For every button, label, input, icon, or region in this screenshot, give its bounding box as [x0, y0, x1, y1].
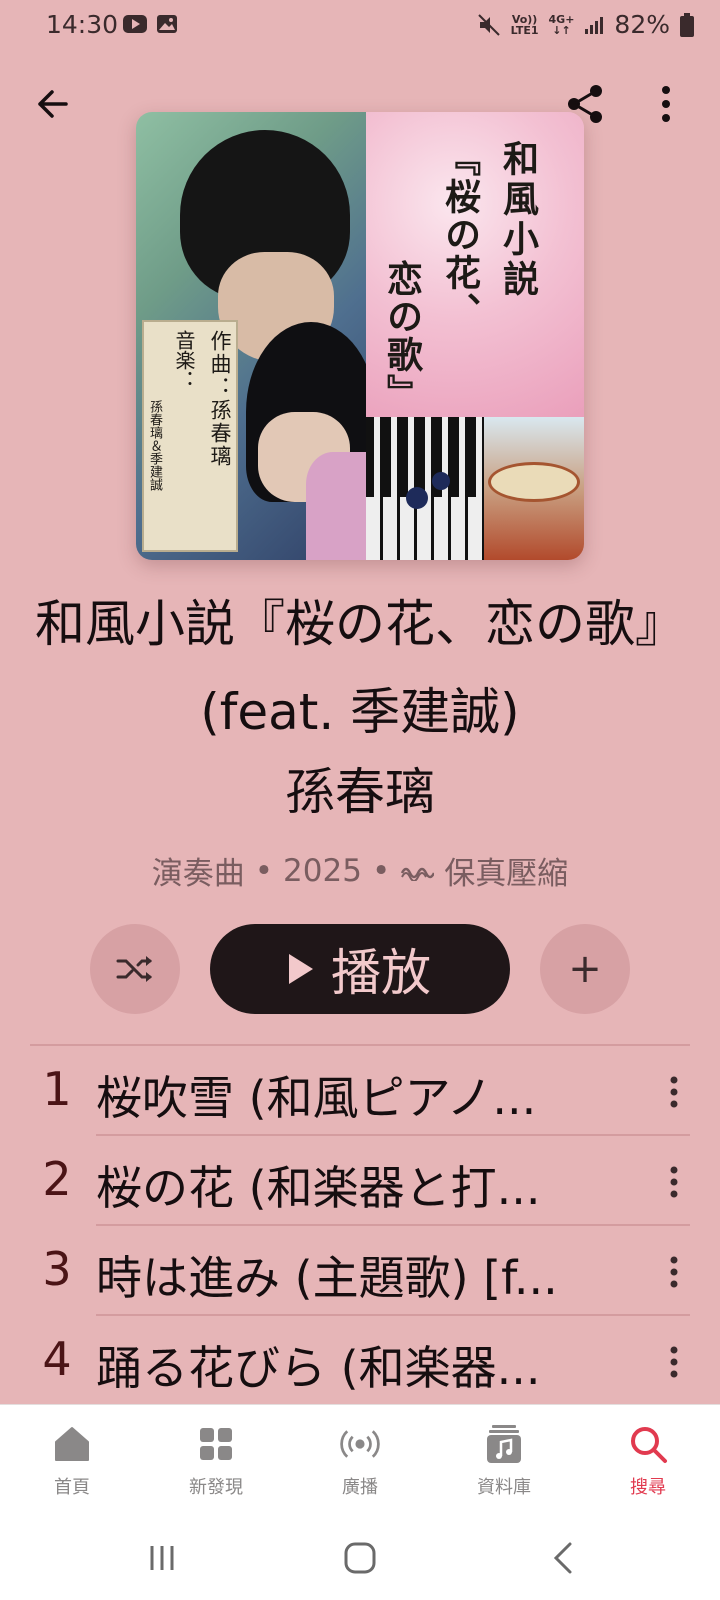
track-row[interactable]: 1 桜吹雪 (和風ピアノ... — [0, 1046, 720, 1136]
nav-item-home[interactable]: 首頁 — [0, 1405, 144, 1514]
net-type-label: 4G+ — [548, 12, 575, 26]
meta-separator: • — [371, 852, 391, 889]
volte-indicator: Vo)) LTE1 — [511, 14, 539, 36]
lte-label: LTE1 — [510, 23, 539, 37]
nav-item-search[interactable]: 搜尋 — [576, 1405, 720, 1514]
track-row[interactable]: 4 踊る花びら (和楽器... — [0, 1316, 720, 1406]
radio-icon — [339, 1423, 381, 1465]
album-artwork: 和風小説 『桜の花、 恋の歌』 作曲：孫春璃 音楽： 孫春璃＆季建誠 — [136, 112, 584, 560]
album-meta: 演奏曲 • 2025 • 保真壓縮 — [20, 848, 700, 893]
artwork-drum-head — [488, 462, 580, 502]
search-icon — [627, 1423, 669, 1465]
artwork-piano-keys — [366, 417, 484, 497]
artwork-title-line-3: 恋の歌』 — [381, 260, 423, 412]
album-quality: 保真壓縮 — [444, 856, 569, 892]
track-title: 桜吹雪 (和風ピアノ... — [96, 1071, 537, 1125]
artwork-mallet — [432, 472, 450, 490]
track-row[interactable]: 3 時は進み (主題歌) [f... — [0, 1226, 720, 1316]
nav-label: 資料庫 — [477, 1477, 531, 1498]
shuffle-icon — [116, 956, 152, 982]
track-number: 3 — [42, 1242, 72, 1296]
artwork-credit-composer: 作曲：孫春璃 — [208, 330, 232, 468]
artwork-mallet — [406, 487, 428, 509]
data-arrows-icon: ↓↑ — [552, 23, 571, 37]
track-number: 1 — [42, 1062, 72, 1116]
track-title: 桜の花 (和楽器と打... — [96, 1161, 541, 1215]
volte-label: Vo)) — [511, 12, 538, 26]
track-more-icon[interactable] — [664, 1252, 684, 1292]
nav-item-radio[interactable]: 廣播 — [288, 1405, 432, 1514]
status-time: 14:30 — [46, 10, 119, 39]
recents-icon[interactable] — [142, 1538, 182, 1578]
nav-item-discover[interactable]: 新發現 — [144, 1405, 288, 1514]
back-arrow-icon[interactable] — [32, 84, 72, 124]
home-button-icon[interactable] — [340, 1538, 380, 1578]
system-nav-bar — [0, 1514, 720, 1600]
nav-label: 首頁 — [54, 1477, 90, 1498]
artwork-credits: 作曲：孫春璃 音楽： 孫春璃＆季建誠 — [142, 320, 238, 552]
add-to-library-button[interactable]: + — [540, 924, 630, 1014]
bottom-nav: 首頁 新發現 廣播 資料庫 搜尋 — [0, 1404, 720, 1514]
home-icon — [51, 1423, 93, 1465]
play-button[interactable]: 播放 — [210, 924, 510, 1014]
album-title: 和風小説『桜の花、恋の歌』 (feat. 季建誠) — [35, 595, 685, 741]
library-icon — [483, 1423, 525, 1465]
more-options-icon[interactable] — [656, 82, 676, 126]
battery-icon — [680, 12, 694, 37]
data-indicator: 4G+ ↓↑ — [549, 14, 575, 36]
artwork-credit-music-names: 孫春璃＆季建誠 — [147, 400, 162, 491]
meta-separator: • — [254, 852, 274, 889]
status-notification-icons — [122, 14, 178, 34]
track-title: 踊る花びら (和楽器... — [96, 1341, 541, 1395]
play-icon — [289, 954, 313, 984]
nav-item-library[interactable]: 資料庫 — [432, 1405, 576, 1514]
artwork-title-line-1: 和風小説 — [497, 140, 539, 300]
track-list: 1 桜吹雪 (和風ピアノ... 2 桜の花 (和楽器と打... 3 時は進み (… — [0, 1046, 720, 1406]
artwork-title: 和風小説 『桜の花、 恋の歌』 — [381, 140, 544, 420]
track-more-icon[interactable] — [664, 1342, 684, 1382]
lossless-icon — [401, 867, 435, 881]
artwork-title-line-2: 『桜の花、 — [439, 140, 481, 330]
signal-icon — [585, 16, 604, 34]
track-more-icon[interactable] — [664, 1162, 684, 1202]
album-genre: 演奏曲 — [151, 856, 245, 892]
nav-label: 新發現 — [189, 1477, 243, 1498]
play-label: 播放 — [331, 944, 431, 1002]
plus-icon: + — [568, 946, 602, 992]
youtube-icon — [123, 15, 147, 33]
track-number: 2 — [42, 1152, 72, 1206]
track-more-icon[interactable] — [664, 1072, 684, 1112]
system-back-icon[interactable] — [544, 1538, 584, 1578]
grid-icon — [195, 1423, 237, 1465]
track-number: 4 — [42, 1332, 72, 1386]
mute-icon — [477, 13, 500, 36]
track-title: 時は進み (主題歌) [f... — [96, 1251, 558, 1305]
track-row[interactable]: 2 桜の花 (和楽器と打... — [0, 1136, 720, 1226]
album-artist[interactable]: 孫春璃 — [20, 752, 700, 832]
status-right: Vo)) LTE1 4G+ ↓↑ 82% — [477, 10, 694, 39]
shuffle-button[interactable] — [90, 924, 180, 1014]
nav-label: 搜尋 — [630, 1477, 666, 1498]
status-bar: 14:30 Vo)) LTE1 4G+ ↓↑ 82% — [0, 0, 720, 56]
artwork-credit-music-label: 音楽： — [172, 330, 196, 390]
nav-label: 廣播 — [342, 1477, 378, 1498]
album-year: 2025 — [283, 852, 362, 889]
battery-percent: 82% — [614, 10, 670, 39]
gallery-icon — [157, 15, 177, 33]
